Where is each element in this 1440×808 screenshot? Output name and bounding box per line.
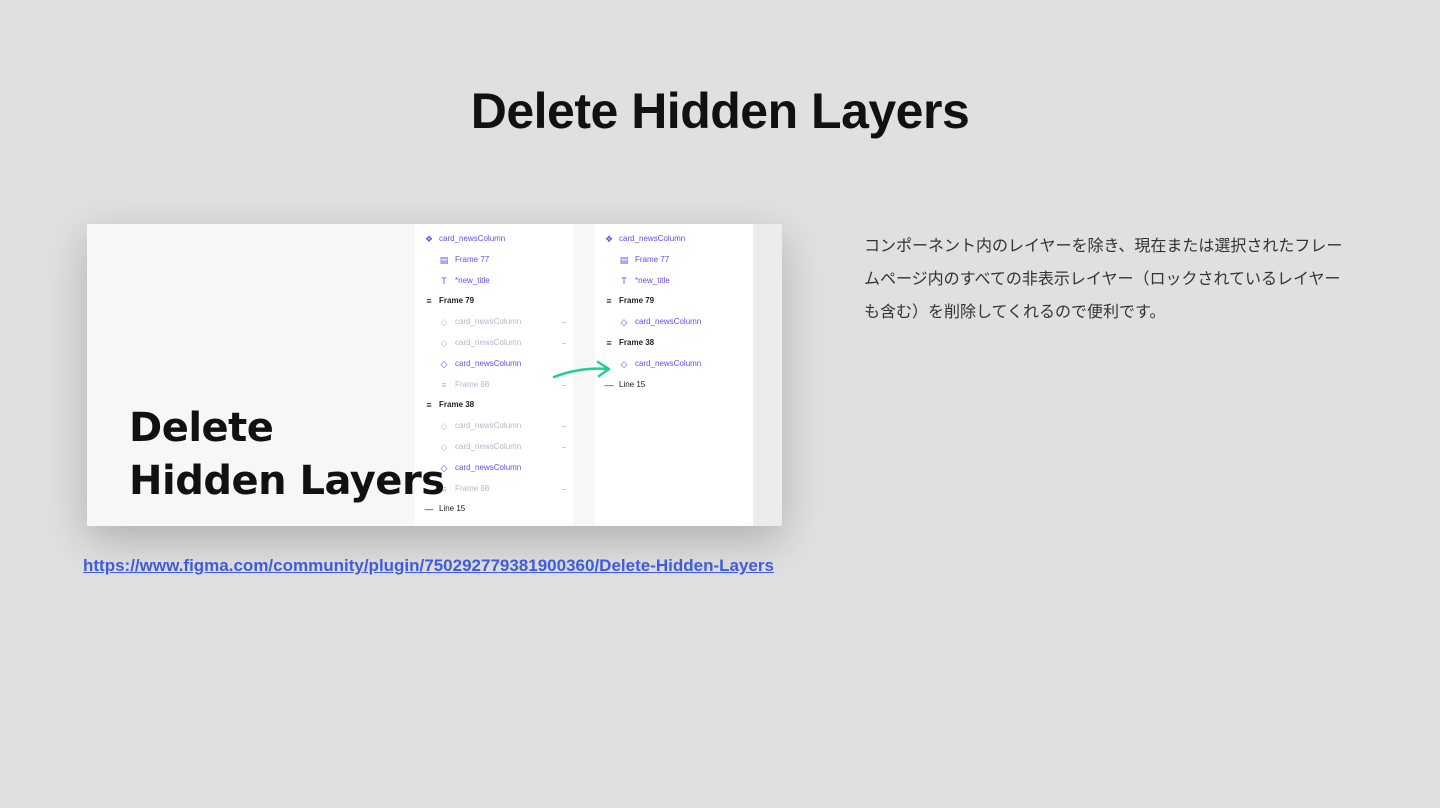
preview-headline-line1: Delete — [129, 405, 274, 451]
layer-label: card_newsColumn — [455, 421, 522, 431]
layer-label: Frame 79 — [439, 296, 475, 306]
layer-label: Frame 77 — [635, 254, 670, 264]
layer-label: *new_title — [635, 275, 670, 285]
component-icon: ❖ — [604, 234, 614, 244]
layer-label: card_newsColumn — [635, 317, 702, 327]
eye-closed-icon: ⌣ — [561, 483, 567, 494]
text-icon: T — [621, 275, 627, 286]
eye-closed-icon: ⌣ — [561, 442, 567, 452]
plugin-preview-image: Delete Hidden Layers ❖ card_newsColumn ▤ Fr… — [87, 224, 782, 526]
layer-row: ▤ Frame 77 — [595, 253, 753, 267]
preview-headline-line2: Hidden Layers — [129, 458, 445, 504]
frame-icon: ▤ — [439, 254, 449, 265]
instance-icon: ◇ — [440, 317, 448, 328]
eye-closed-icon: ⌣ — [561, 421, 567, 432]
layer-row: ◇ card_newsColumn ⌣ — [415, 315, 573, 329]
layer-label: Frame 88 — [455, 483, 490, 493]
layer-label: Frame 77 — [455, 254, 490, 264]
layer-label: card_newsColumn — [455, 358, 522, 368]
layer-row: T *new_title — [415, 274, 573, 288]
layers-panel-after: ❖ card_newsColumn ▤ Frame 77 T *new_title ≡ Fra… — [595, 224, 753, 526]
arrow-right-icon — [552, 360, 611, 379]
layer-row: ◇ card_newsColumn — [415, 357, 573, 371]
layer-label: card_newsColumn — [619, 234, 686, 243]
eye-closed-icon: ⌣ — [561, 338, 567, 348]
layer-label: Frame 38 — [619, 338, 655, 347]
layer-label: card_newsColumn — [455, 338, 522, 347]
layer-label: card_newsColumn — [439, 234, 506, 243]
layer-row: ❖ card_newsColumn — [415, 232, 573, 246]
layer-label: *new_title — [455, 275, 490, 285]
instance-icon: ◇ — [440, 358, 448, 369]
description-text: コンポーネント内のレイヤーを除き、現在または選択されたフレームページ内のすべての… — [864, 236, 1343, 321]
instance-icon: ◇ — [620, 358, 628, 369]
layer-row: ◇ card_newsColumn ⌣ — [415, 336, 573, 350]
layer-label: Line 15 — [619, 379, 646, 389]
layer-row: ❖ card_newsColumn — [595, 232, 753, 246]
autolayout-icon: ≡ — [606, 296, 612, 307]
layer-label: Frame 88 — [455, 379, 490, 389]
instance-icon: ◇ — [620, 317, 628, 328]
plugin-link[interactable]: https://www.figma.com/community/plugin/7… — [83, 556, 774, 576]
layer-row: ▤ Frame 77 — [415, 253, 573, 267]
layer-row: ≡ Frame 79 — [595, 294, 753, 308]
frame-icon: ▤ — [619, 254, 629, 265]
eye-closed-icon: ⌣ — [561, 317, 567, 328]
autolayout-icon: ≡ — [606, 338, 612, 348]
instance-icon: ◇ — [440, 338, 448, 348]
layer-row: — Line 15 — [595, 378, 753, 392]
layer-label: card_newsColumn — [635, 358, 702, 368]
layer-label: card_newsColumn — [455, 317, 522, 327]
autolayout-icon: ≡ — [441, 379, 447, 390]
layer-row: ◇ card_newsColumn — [595, 315, 753, 329]
text-icon: T — [441, 275, 447, 286]
layer-label: card_newsColumn — [455, 442, 522, 451]
layer-label: card_newsColumn — [455, 462, 522, 472]
layer-row: ◇ card_newsColumn — [595, 357, 753, 371]
layer-row: ≡ Frame 38 — [595, 336, 753, 350]
autolayout-icon: ≡ — [426, 296, 432, 307]
preview-headline: Delete Hidden Layers — [129, 402, 445, 508]
component-icon: ❖ — [424, 234, 434, 244]
layer-row: T *new_title — [595, 274, 753, 288]
slide-title: Delete Hidden Layers — [470, 83, 970, 139]
layer-row: ≡ Frame 79 — [415, 294, 573, 308]
layer-label: Frame 79 — [619, 296, 655, 306]
layer-row: ≡ Frame 88 ⌣ — [415, 378, 573, 392]
